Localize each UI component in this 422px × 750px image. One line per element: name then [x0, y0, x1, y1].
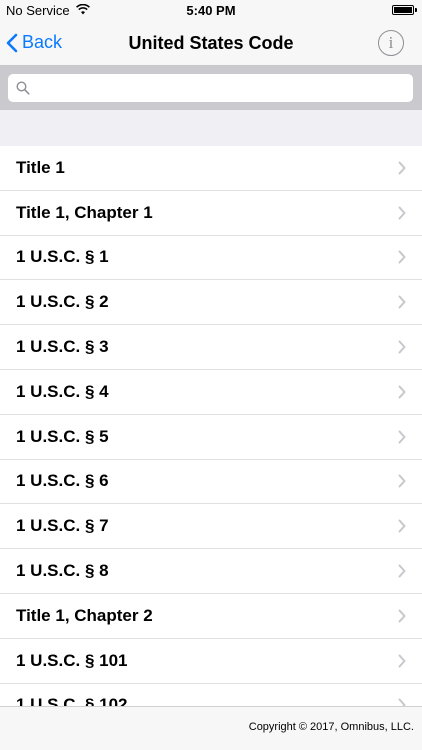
- chevron-right-icon: [398, 564, 406, 578]
- chevron-right-icon: [398, 295, 406, 309]
- chevron-right-icon: [398, 206, 406, 220]
- chevron-right-icon: [398, 519, 406, 533]
- chevron-right-icon: [398, 609, 406, 623]
- list-item[interactable]: 1 U.S.C. § 3: [0, 325, 422, 370]
- code-list[interactable]: Title 1 Title 1, Chapter 1 1 U.S.C. § 1 1 U…: [0, 146, 422, 706]
- list-item[interactable]: 1 U.S.C. § 7: [0, 504, 422, 550]
- chevron-right-icon: [398, 654, 406, 668]
- list-item[interactable]: Title 1, Chapter 2: [0, 594, 422, 639]
- list-item[interactable]: 1 U.S.C. § 6: [0, 460, 422, 505]
- copyright-text: Copyright © 2017, Omnibus, LLC.: [248, 721, 414, 733]
- list-item-label: 1 U.S.C. § 1: [16, 247, 109, 267]
- chevron-right-icon: [398, 474, 406, 488]
- list-item[interactable]: 1 U.S.C. § 2: [0, 280, 422, 326]
- list-item-label: 1 U.S.C. § 5: [16, 426, 109, 446]
- search-input[interactable]: [34, 79, 408, 97]
- footer-toolbar: Copyright © 2017, Omnibus, LLC.: [0, 706, 422, 750]
- page-title: United States Code: [128, 33, 294, 53]
- list-item-label: 1 U.S.C. § 8: [16, 561, 109, 581]
- list-item[interactable]: Title 1: [0, 146, 422, 191]
- list-item[interactable]: 1 U.S.C. § 102: [0, 684, 422, 706]
- list-item[interactable]: 1 U.S.C. § 101: [0, 639, 422, 684]
- search-icon: [16, 81, 30, 95]
- list-item[interactable]: Title 1, Chapter 1: [0, 191, 422, 236]
- list-item-label: Title 1: [16, 157, 65, 177]
- navigation-bar: Back United States Code i: [0, 22, 422, 66]
- list-item-label: 1 U.S.C. § 7: [16, 516, 109, 536]
- search-field-container[interactable]: [8, 74, 413, 102]
- list-item-label: 1 U.S.C. § 102: [16, 695, 128, 706]
- list-item-label: 1 U.S.C. § 101: [16, 650, 128, 670]
- status-bar: No Service 5:40 PM: [0, 0, 422, 22]
- battery-icon: [392, 5, 417, 15]
- chevron-right-icon: [398, 250, 406, 264]
- chevron-right-icon: [398, 340, 406, 354]
- status-time: 5:40 PM: [186, 3, 236, 18]
- list-item-label: Title 1, Chapter 2: [16, 605, 153, 625]
- list-item[interactable]: 1 U.S.C. § 5: [0, 415, 422, 460]
- chevron-right-icon: [398, 430, 406, 444]
- chevron-right-icon: [398, 698, 406, 706]
- search-bar: [0, 66, 422, 110]
- chevron-right-icon: [398, 161, 406, 175]
- list-item-label: 1 U.S.C. § 6: [16, 471, 109, 491]
- info-icon: i: [388, 33, 394, 52]
- list-item[interactable]: 1 U.S.C. § 4: [0, 370, 422, 415]
- list-item-label: 1 U.S.C. § 2: [16, 292, 109, 312]
- list-item-label: Title 1, Chapter 1: [16, 202, 153, 222]
- chevron-right-icon: [398, 385, 406, 399]
- list-item[interactable]: 1 U.S.C. § 8: [0, 549, 422, 594]
- list-item-label: 1 U.S.C. § 4: [16, 381, 109, 401]
- section-header: [0, 110, 422, 146]
- list-item-label: 1 U.S.C. § 3: [16, 337, 109, 357]
- info-button[interactable]: i: [378, 30, 404, 56]
- list-item[interactable]: 1 U.S.C. § 1: [0, 236, 422, 281]
